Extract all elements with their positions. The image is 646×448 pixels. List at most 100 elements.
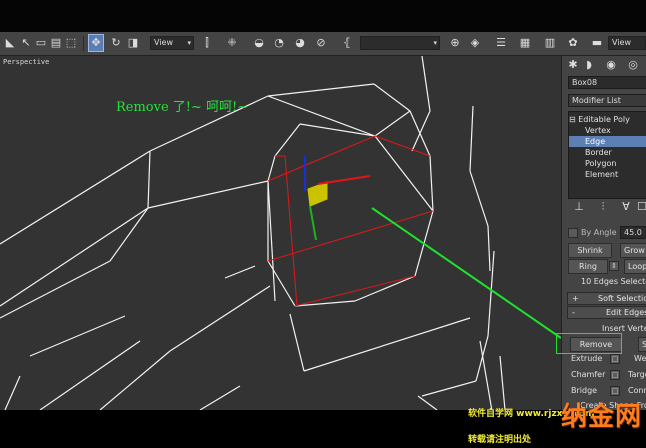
- mesh-edge: [0, 207, 149, 307]
- gizmo-x-axis[interactable]: [317, 175, 371, 185]
- scale-icon[interactable]: ◨: [126, 35, 140, 51]
- watermark: 软件自学网 www.rjzxw.com 纳金网 转载请注明出处: [468, 396, 646, 448]
- stack-item-element[interactable]: Element: [569, 169, 646, 180]
- bridge-button[interactable]: Bridge: [571, 386, 597, 395]
- gizmo-plane-handle[interactable]: [307, 181, 328, 207]
- mesh-edge: [429, 155, 434, 212]
- command-panel: ✱ ◗ ◉ ◎ Box08 Modifier List ⊟ Editable P…: [561, 56, 646, 410]
- mesh-edge: [299, 123, 376, 137]
- edit-edges-rollout[interactable]: - Edit Edges: [567, 306, 646, 319]
- mesh-edge: [469, 105, 474, 172]
- ring-button[interactable]: Ring: [568, 259, 608, 274]
- target-weld-button[interactable]: Target Weld: [628, 370, 646, 379]
- render-setup-icon[interactable]: ✿: [566, 35, 580, 51]
- stack-item-border[interactable]: Border: [569, 147, 646, 158]
- make-unique-icon[interactable]: ∀: [619, 199, 633, 215]
- curve-editor-icon[interactable]: ☰: [494, 35, 508, 51]
- render-type-dropdown[interactable]: View: [608, 36, 646, 50]
- stack-item-edge[interactable]: Edge: [569, 136, 646, 147]
- show-end-result-icon[interactable]: ⫶: [596, 199, 610, 215]
- by-angle-checkbox[interactable]: [568, 228, 578, 238]
- wireframe-mesh: [0, 56, 506, 410]
- bridge-settings-icon[interactable]: □: [610, 386, 620, 396]
- remove-modifier-icon[interactable]: ☐: [635, 199, 646, 215]
- align-icon[interactable]: ⊕: [448, 35, 462, 51]
- pivot-center-icon[interactable]: ⫿: [200, 35, 214, 51]
- named-selection-dropdown[interactable]: ▾: [360, 36, 440, 50]
- schematic-icon[interactable]: ▦: [518, 35, 532, 51]
- gizmo-y-axis[interactable]: [309, 205, 317, 241]
- mesh-edge: [487, 225, 491, 272]
- extrude-button[interactable]: Extrude: [571, 354, 602, 363]
- select-icon[interactable]: ◣: [3, 35, 17, 51]
- connect-button[interactable]: Connect: [628, 386, 646, 395]
- soft-selection-rollout[interactable]: +Soft Selection: [567, 292, 646, 305]
- mesh-edge: [109, 207, 149, 262]
- percent-snap-icon[interactable]: ◔: [272, 35, 286, 51]
- selected-edge: [267, 135, 376, 182]
- mesh-edge: [374, 135, 434, 212]
- window-crossing-icon[interactable]: ⬚: [64, 35, 78, 51]
- stack-item-editable-poly[interactable]: ⊟ Editable Poly: [569, 114, 646, 125]
- selected-edges: [267, 135, 434, 307]
- select-object-icon[interactable]: ↖: [19, 35, 33, 51]
- modifier-stack: ⊟ Editable Poly Vertex Edge Border Polyg…: [568, 111, 646, 199]
- layer-icon[interactable]: ◈: [468, 35, 482, 51]
- stack-item-polygon[interactable]: Polygon: [569, 158, 646, 169]
- selected-edge: [284, 155, 298, 307]
- grow-button[interactable]: Grow: [620, 243, 646, 258]
- mesh-edge: [169, 285, 271, 352]
- perspective-viewport[interactable]: Perspective Remove 了!~ 呵呵!~: [0, 56, 561, 410]
- loop-button[interactable]: Loop: [624, 259, 646, 274]
- snap-icon[interactable]: ⁜: [225, 35, 239, 51]
- chamfer-button[interactable]: Chamfer: [571, 370, 605, 379]
- move-icon[interactable]: ✥: [88, 34, 104, 52]
- extrude-settings-icon[interactable]: □: [610, 354, 620, 364]
- mesh-edge: [267, 260, 296, 307]
- stack-item-vertex[interactable]: Vertex: [569, 125, 646, 136]
- modifier-list-dropdown[interactable]: Modifier List: [568, 94, 646, 107]
- main-toolbar: ◣ ↖ ▭ ▤ ⬚ ✥ ↻ ◨ View ▾ ⫿ ⁜ ◒ ◔ ◕ ⊘ ⦃ ▾ ⊕ …: [0, 32, 646, 56]
- pin-stack-icon[interactable]: ⊥: [572, 199, 586, 215]
- render-frame-icon[interactable]: ▬: [590, 35, 604, 51]
- shrink-button[interactable]: Shrink: [568, 243, 612, 258]
- motion-tab-icon[interactable]: ◎: [626, 57, 640, 73]
- edit-named-sets-icon[interactable]: ⊘: [314, 35, 328, 51]
- angle-snap-icon[interactable]: ◒: [252, 35, 266, 51]
- mesh-edge: [99, 350, 171, 410]
- mesh-edge: [274, 123, 301, 157]
- select-region-icon[interactable]: ▭: [34, 35, 48, 51]
- modify-tab-icon[interactable]: ◗: [582, 57, 596, 73]
- watermark-logo: 纳金网: [560, 402, 642, 432]
- chamfer-settings-icon[interactable]: □: [610, 370, 620, 380]
- edges-selected-text: 10 Edges Selected: [581, 277, 646, 286]
- mesh-edge: [267, 180, 276, 302]
- mesh-edge: [374, 110, 411, 137]
- spinner-snap-icon[interactable]: ◕: [293, 35, 307, 51]
- object-name-field[interactable]: Box08: [568, 76, 646, 89]
- viewport-label[interactable]: Perspective: [3, 58, 49, 66]
- material-editor-icon[interactable]: ▥: [543, 35, 557, 51]
- toolbar-separator: [83, 36, 84, 51]
- mesh-edge: [0, 150, 151, 245]
- select-by-name-icon[interactable]: ▤: [49, 35, 63, 51]
- remove-annotation: Remove 了!~ 呵呵!~: [116, 100, 249, 115]
- remove-highlight-box: [556, 333, 622, 354]
- insert-vertex-button[interactable]: Insert Vertex: [602, 324, 646, 333]
- title-strip: [0, 0, 646, 32]
- viewport-wireframe: [0, 56, 561, 410]
- reference-coordinate-dropdown[interactable]: View ▾: [150, 36, 194, 50]
- weld-button[interactable]: Weld: [634, 354, 646, 363]
- ring-spinner[interactable]: ⇕: [609, 261, 619, 271]
- split-button[interactable]: Split: [638, 337, 646, 352]
- hierarchy-tab-icon[interactable]: ◉: [604, 57, 618, 73]
- mesh-edge: [303, 317, 471, 372]
- mesh-edge: [267, 155, 276, 182]
- mesh-edge: [267, 95, 376, 137]
- rotate-icon[interactable]: ↻: [109, 35, 123, 51]
- mirror-icon[interactable]: ⦃: [340, 35, 354, 51]
- by-angle-label: By Angle: [581, 228, 617, 237]
- by-angle-value[interactable]: 45.0: [620, 226, 646, 239]
- mesh-edge: [421, 380, 477, 397]
- create-tab-icon[interactable]: ✱: [566, 57, 580, 73]
